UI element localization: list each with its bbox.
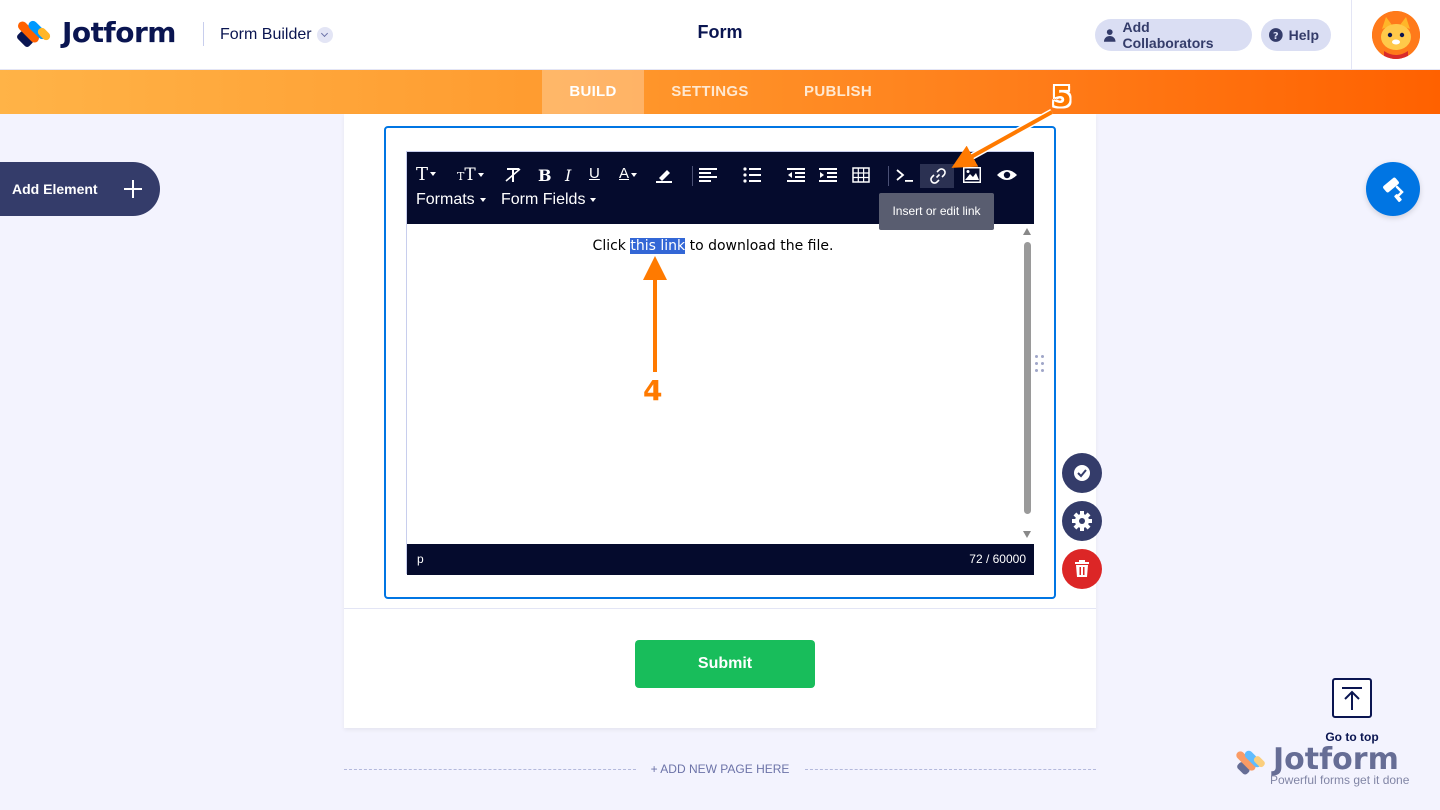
step-5-annotation: 5 xyxy=(1052,80,1072,113)
annotation-arrows xyxy=(643,108,1054,372)
step-4-annotation: 4 xyxy=(643,374,663,407)
